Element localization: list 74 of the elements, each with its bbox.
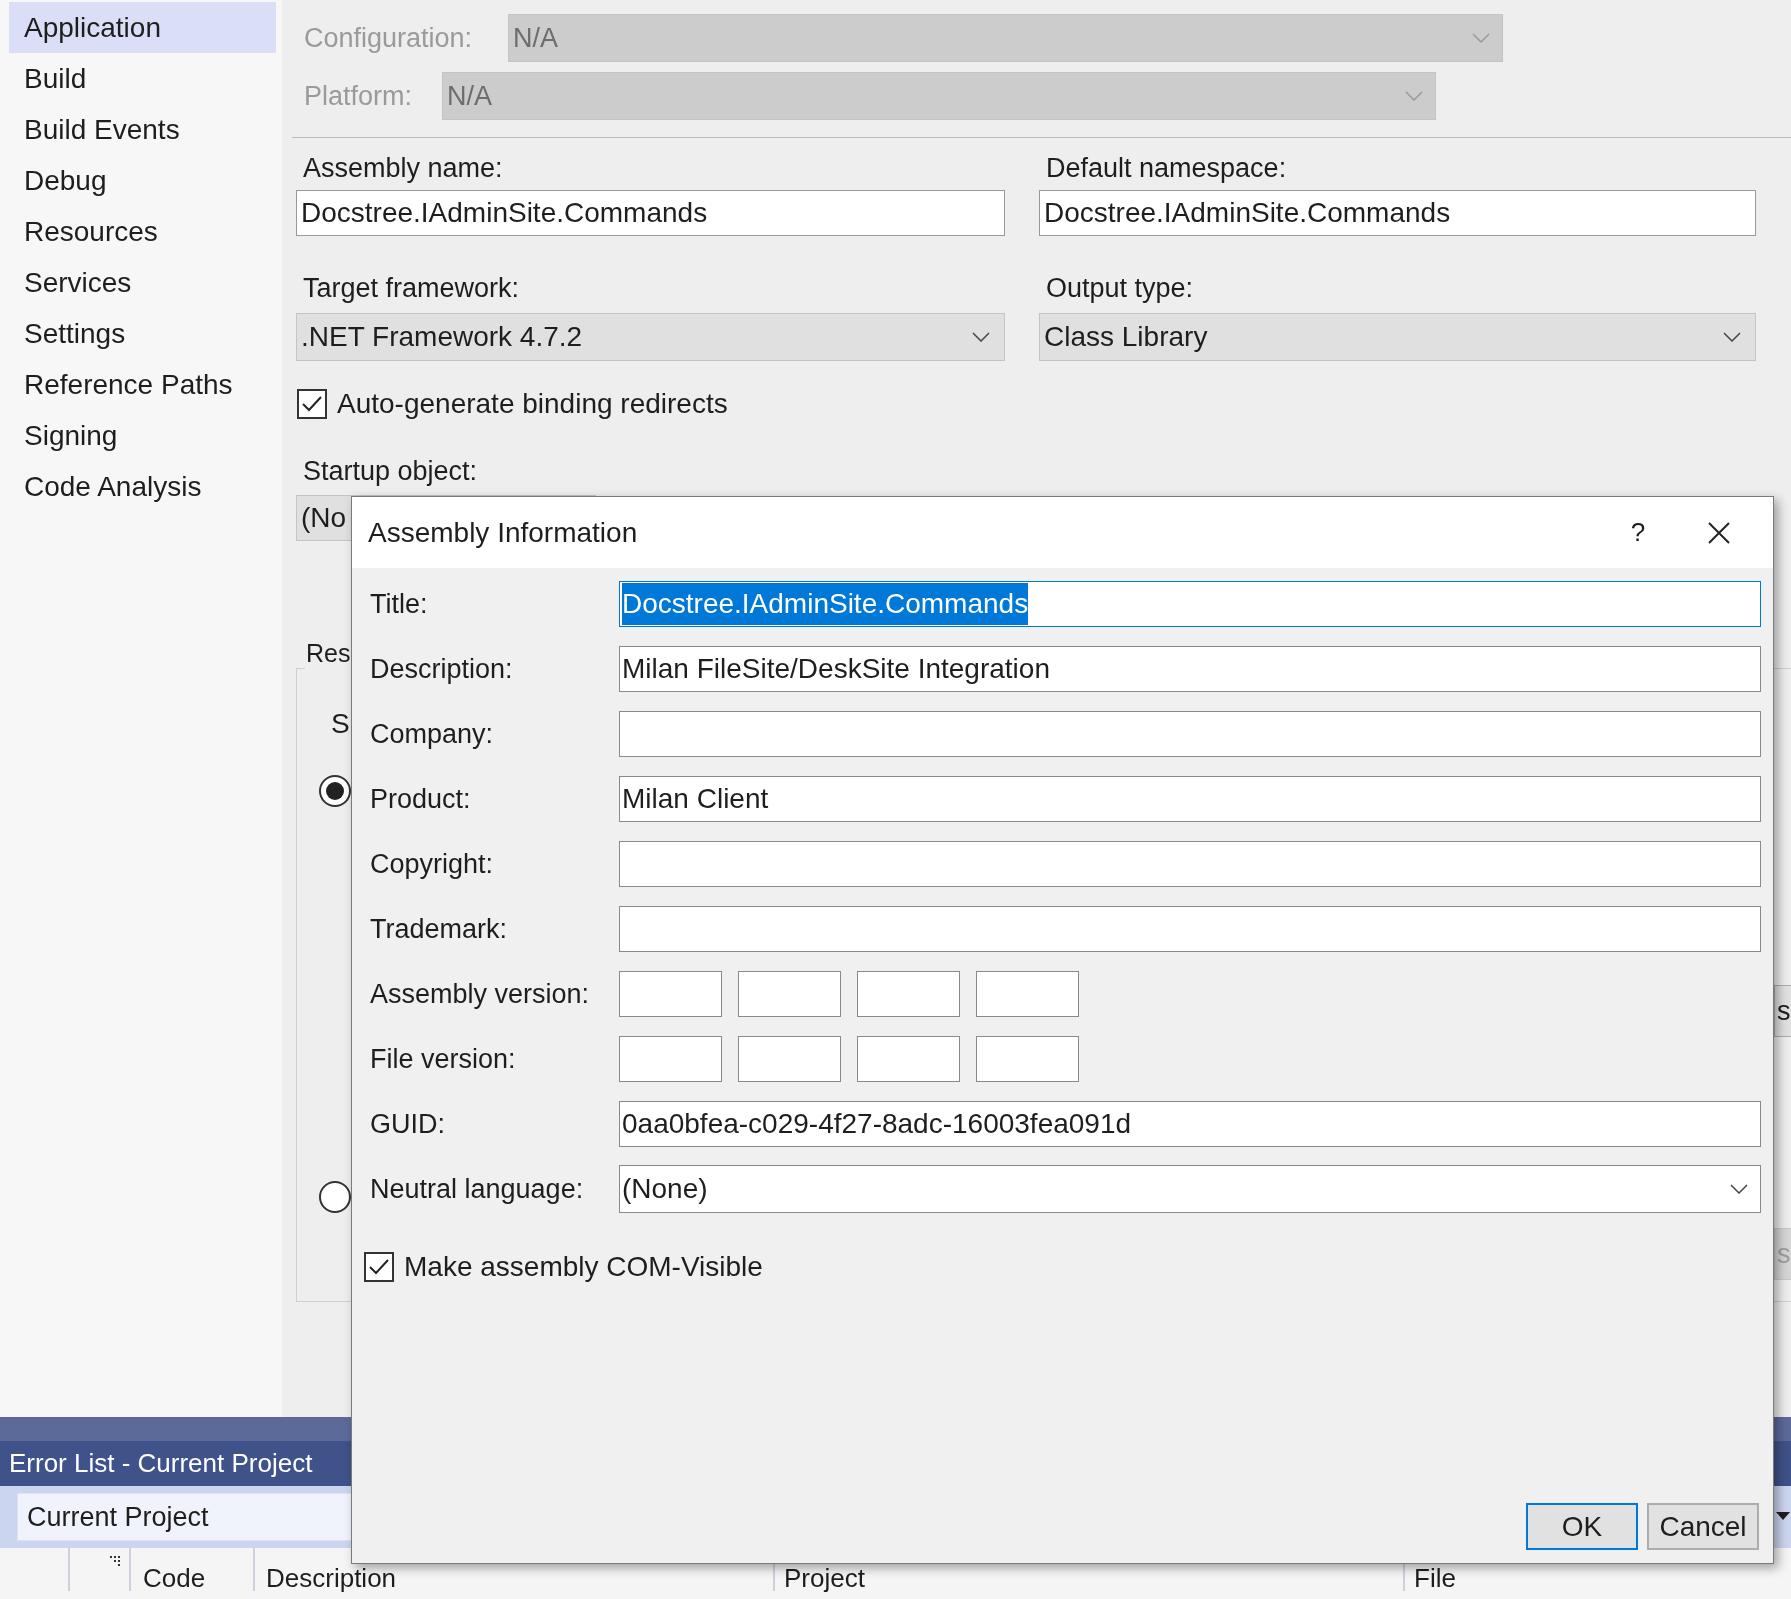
chevron-down-icon: [1723, 332, 1741, 342]
version-field[interactable]: [857, 971, 960, 1017]
sidebar-item[interactable]: Resources: [9, 206, 276, 257]
field-label: Company:: [370, 717, 495, 751]
sidebar-item[interactable]: Build: [9, 53, 276, 104]
version-field[interactable]: [738, 1036, 841, 1082]
field-label: Neutral language:: [370, 1172, 585, 1206]
field-label: File version:: [370, 1042, 517, 1076]
checkbox-label: Auto-generate binding redirects: [337, 387, 728, 421]
field-label: Output type:: [1045, 272, 1195, 304]
sidebar-item[interactable]: Signing: [9, 410, 276, 461]
text-field[interactable]: [619, 906, 1761, 952]
sidebar-item[interactable]: Application: [9, 2, 276, 53]
text-field[interactable]: Milan Client: [619, 776, 1761, 822]
sidebar-item[interactable]: Build Events: [9, 104, 276, 155]
field-label: Product:: [370, 782, 472, 816]
column-header[interactable]: Description: [266, 1562, 397, 1594]
dropdown[interactable]: .NET Framework 4.7.2: [296, 313, 1005, 361]
field-label: Title:: [370, 587, 429, 621]
version-field[interactable]: [619, 1036, 722, 1082]
text-field[interactable]: [619, 841, 1761, 887]
dropdown[interactable]: (None): [619, 1165, 1761, 1213]
text-field[interactable]: Docstree.IAdminSite.Commands: [619, 581, 1761, 627]
field-label: Description:: [370, 652, 514, 686]
checkbox[interactable]: [364, 1252, 394, 1282]
checkbox-label: Make assembly COM-Visible: [404, 1250, 763, 1284]
column-header[interactable]: File: [1414, 1562, 1456, 1594]
field-label: Assembly version:: [370, 977, 591, 1011]
field-label: Startup object:: [302, 455, 479, 487]
chevron-down-icon: [1730, 1184, 1748, 1194]
panel-title: Error List - Current Project: [9, 1447, 313, 1480]
option-label: S: [331, 707, 350, 741]
version-field[interactable]: [976, 1036, 1079, 1082]
text-field[interactable]: Milan FileSite/DeskSite Integration: [619, 646, 1761, 692]
field-label: Trademark:: [370, 912, 509, 946]
field-label: Assembly name:: [302, 152, 504, 184]
checkmark-icon: [301, 395, 323, 413]
version-field[interactable]: [619, 971, 722, 1017]
version-field[interactable]: [976, 971, 1079, 1017]
text-field[interactable]: Docstree.IAdminSite.Commands: [296, 190, 1005, 236]
sidebar-item[interactable]: Reference Paths: [9, 359, 276, 410]
version-field[interactable]: [857, 1036, 960, 1082]
side-button[interactable]: s: [1774, 985, 1791, 1037]
dropdown-arrow-icon[interactable]: [1776, 1512, 1790, 1520]
dropdown[interactable]: Class Library: [1039, 313, 1756, 361]
column-header[interactable]: Code: [143, 1562, 206, 1594]
radio-button[interactable]: [319, 1181, 351, 1213]
column-header[interactable]: Project: [784, 1562, 865, 1594]
field-label: GUID:: [370, 1107, 446, 1141]
field-label: Target framework:: [302, 272, 521, 304]
dialog-button[interactable]: Cancel: [1647, 1503, 1759, 1550]
text-field[interactable]: 0aa0bfea-c029-4f27-8adc-16003fea091d: [619, 1101, 1761, 1147]
version-field[interactable]: [738, 971, 841, 1017]
field-label: Configuration:: [303, 21, 474, 55]
checkmark-icon: [368, 1258, 390, 1276]
chevron-down-icon: [1405, 91, 1423, 101]
field-label: Copyright:: [370, 847, 495, 881]
sidebar-item[interactable]: Code Analysis: [9, 461, 276, 512]
close-icon[interactable]: [1708, 521, 1730, 544]
dialog-button[interactable]: OK: [1526, 1503, 1638, 1550]
sidebar-item[interactable]: Services: [9, 257, 276, 308]
sidebar-item[interactable]: Settings: [9, 308, 276, 359]
grid-dots-icon[interactable]: [110, 1556, 120, 1566]
dialog-title: Assembly Information: [368, 515, 639, 550]
radio-button[interactable]: [319, 775, 351, 807]
text-field[interactable]: [619, 711, 1761, 757]
chevron-down-icon: [972, 332, 990, 342]
text-field[interactable]: Docstree.IAdminSite.Commands: [1039, 190, 1756, 236]
help-button[interactable]: ?: [1608, 507, 1668, 558]
field-label: Default namespace:: [1045, 152, 1288, 184]
checkbox[interactable]: [297, 389, 327, 419]
field-label: Platform:: [303, 79, 414, 113]
sidebar-item[interactable]: Debug: [9, 155, 276, 206]
chevron-down-icon: [1472, 33, 1490, 43]
